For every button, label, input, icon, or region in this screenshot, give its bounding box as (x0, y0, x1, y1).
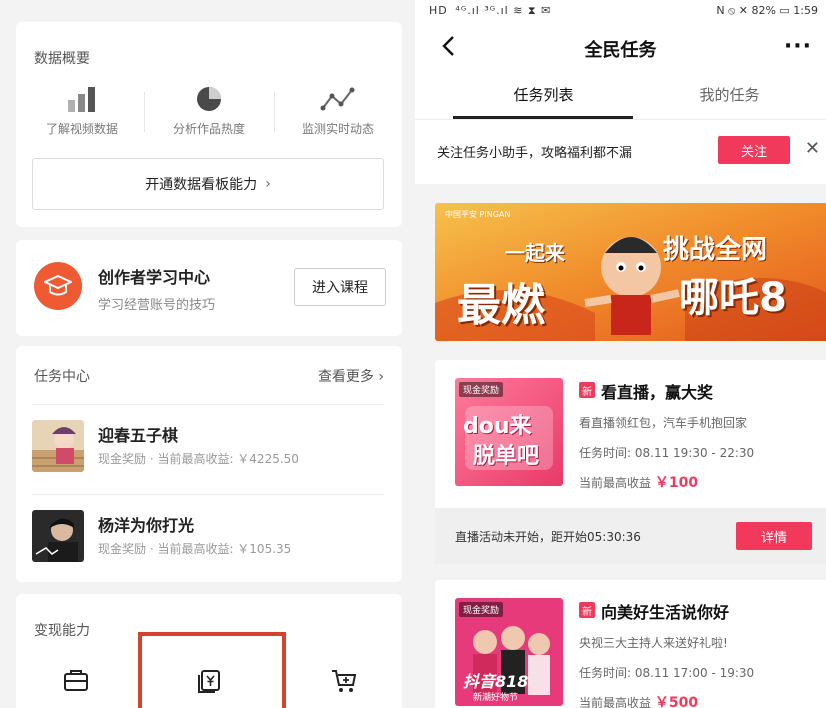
banner-line3: 挑战全网 (663, 235, 768, 265)
divider (32, 494, 384, 495)
reward-value: ￥500 (654, 695, 699, 708)
follow-assistant-text: 关注任务小助手，攻略福利都不漏 (437, 146, 633, 161)
status-left: HD ⁴ᴳ.ıl ³ᴳ.ıl ≋ ⧗ ✉ (429, 4, 552, 17)
monetization-card: 变现能力 (16, 594, 402, 708)
nav-bar: 全民任务 ··· (415, 22, 826, 72)
task-card-time: 任务时间: 08.11 19:30 - 22:30 (579, 446, 755, 460)
open-dashboard-button[interactable]: 开通数据看板能力 › (32, 158, 384, 210)
thumb-text: 抖音818 (463, 672, 529, 691)
learning-center-card: 创作者学习中心 学习经营账号的技巧 进入课程 (16, 240, 402, 336)
task-card-reward: 当前最高收益 ￥500 (579, 692, 698, 708)
thumb-text: 新潮好物节 (473, 693, 519, 703)
more-options-icon[interactable]: ··· (784, 34, 812, 59)
task-card[interactable]: 现金奖励 抖音818 新潮好物节 新 向美好生活说你好 央视三大主持人来送好礼啦… (435, 580, 826, 708)
left-panel: 数据概要 了解视频数据 分析作品热度 监测实时动态 开通数据看板能力 › 创作者… (0, 0, 415, 708)
yuan-coupon-icon[interactable] (196, 666, 224, 694)
task-center-title: 任务中心 (34, 369, 90, 385)
task-subtitle: 现金奖励 · 当前最高收益: ￥4225.50 (98, 452, 299, 466)
task-thumbnail (32, 510, 84, 562)
line-chart-icon (320, 87, 355, 111)
cash-reward-badge: 现金奖励 (459, 382, 504, 397)
bar-chart-icon (68, 87, 95, 112)
task-row[interactable]: 迎春五子棋 现金奖励 · 当前最高收益: ￥4225.50 (32, 406, 384, 478)
reward-value: ￥100 (654, 475, 699, 491)
banner-brand: 中国平安 PINGAN (445, 210, 511, 219)
status-right: N ⦸ ✕ 82% ▭ 1:59 (716, 4, 818, 17)
learning-center-subtitle: 学习经营账号的技巧 (98, 298, 216, 313)
open-dashboard-label: 开通数据看板能力 (145, 177, 258, 193)
monetization-title: 变现能力 (34, 623, 90, 639)
wallet-icon[interactable] (62, 666, 90, 694)
thumb-text: 脱单吧 (473, 444, 540, 469)
close-icon[interactable]: ✕ (805, 138, 820, 159)
task-card-reward: 当前最高收益 ￥100 (579, 472, 698, 492)
reward-label: 当前最高收益 (579, 476, 652, 490)
right-panel: HD ⁴ᴳ.ıl ³ᴳ.ıl ≋ ⧗ ✉ N ⦸ ✕ 82% ▭ 1:59 全民… (415, 0, 826, 708)
divider (144, 92, 145, 132)
task-card-desc: 央视三大主持人来送好礼啦! (579, 636, 728, 650)
video-data-entry[interactable]: 了解视频数据 (22, 84, 142, 137)
task-thumbnail (32, 420, 84, 472)
tab-indicator (453, 116, 633, 119)
status-bar: HD ⁴ᴳ.ıl ³ᴳ.ıl ≋ ⧗ ✉ N ⦸ ✕ 82% ▭ 1:59 (415, 0, 826, 31)
tab-bar: 任务列表 我的任务 (415, 72, 826, 120)
countdown-text: 直播活动未开始，距开始05:30:36 (455, 530, 641, 544)
divider (274, 92, 275, 132)
enter-course-button[interactable]: 进入课程 (294, 268, 386, 306)
video-data-label: 了解视频数据 (45, 122, 118, 136)
task-subtitle: 现金奖励 · 当前最高收益: ￥105.35 (98, 542, 292, 556)
banner-line1: 一起来 (505, 241, 565, 265)
reward-label: 当前最高收益 (579, 696, 652, 708)
follow-button[interactable]: 关注 (718, 136, 790, 164)
details-button[interactable]: 详情 (736, 522, 812, 550)
task-title: 杨洋为你打光 (98, 516, 195, 535)
realtime-entry[interactable]: 监测实时动态 (278, 84, 398, 137)
task-center-card: 任务中心 查看更多 › 迎春五子棋 现金奖励 · 当前最高收益: ￥4225.5… (16, 346, 402, 582)
work-heat-entry[interactable]: 分析作品热度 (149, 84, 269, 137)
cart-plus-icon[interactable] (330, 666, 358, 694)
see-more-link[interactable]: 查看更多 › (318, 366, 384, 386)
thumb-text: dou来 (463, 414, 532, 439)
graduation-cap-icon (34, 262, 82, 310)
pie-chart-icon (197, 87, 221, 111)
tab-my-tasks[interactable]: 我的任务 (627, 84, 826, 105)
task-card[interactable]: 现金奖励 dou来 脱单吧 新 看直播，赢大奖 看直播领红包，汽车手机抱回家 任… (435, 360, 826, 564)
data-overview-title: 数据概要 (34, 51, 90, 67)
task-card-title: 向美好生活说你好 (601, 603, 730, 622)
tab-task-list[interactable]: 任务列表 (441, 84, 646, 105)
task-title: 迎春五子棋 (98, 426, 179, 445)
banner-line4: 哪吒8 (679, 275, 787, 321)
new-badge: 新 (579, 382, 595, 398)
task-thumbnail: 现金奖励 抖音818 新潮好物节 (455, 598, 563, 706)
learning-center-title: 创作者学习中心 (98, 268, 211, 287)
realtime-label: 监测实时动态 (301, 122, 374, 136)
task-card-title: 看直播，赢大奖 (601, 383, 714, 402)
follow-assistant-bar: 关注任务小助手，攻略福利都不漏 关注 ✕ (415, 120, 826, 184)
banner-line2: 最燃 (457, 280, 545, 331)
task-card-footer: 直播活动未开始，距开始05:30:36 详情 (435, 508, 826, 564)
chevron-right-icon: › (265, 176, 271, 192)
task-card-time: 任务时间: 08.11 17:00 - 19:30 (579, 666, 755, 680)
page-title: 全民任务 (584, 40, 657, 61)
promo-banner[interactable]: 中国平安 PINGAN 一起来 最燃 挑战全网 哪吒8 (435, 203, 826, 341)
task-row[interactable]: 杨洋为你打光 现金奖励 · 当前最高收益: ￥105.35 (32, 496, 384, 568)
divider (32, 404, 384, 405)
work-heat-label: 分析作品热度 (172, 122, 245, 136)
cash-reward-badge: 现金奖励 (459, 602, 504, 617)
data-overview-card: 数据概要 了解视频数据 分析作品热度 监测实时动态 开通数据看板能力 › (16, 22, 402, 227)
task-thumbnail: 现金奖励 dou来 脱单吧 (455, 378, 563, 486)
new-badge: 新 (579, 602, 595, 618)
task-card-desc: 看直播领红包，汽车手机抱回家 (579, 416, 748, 430)
